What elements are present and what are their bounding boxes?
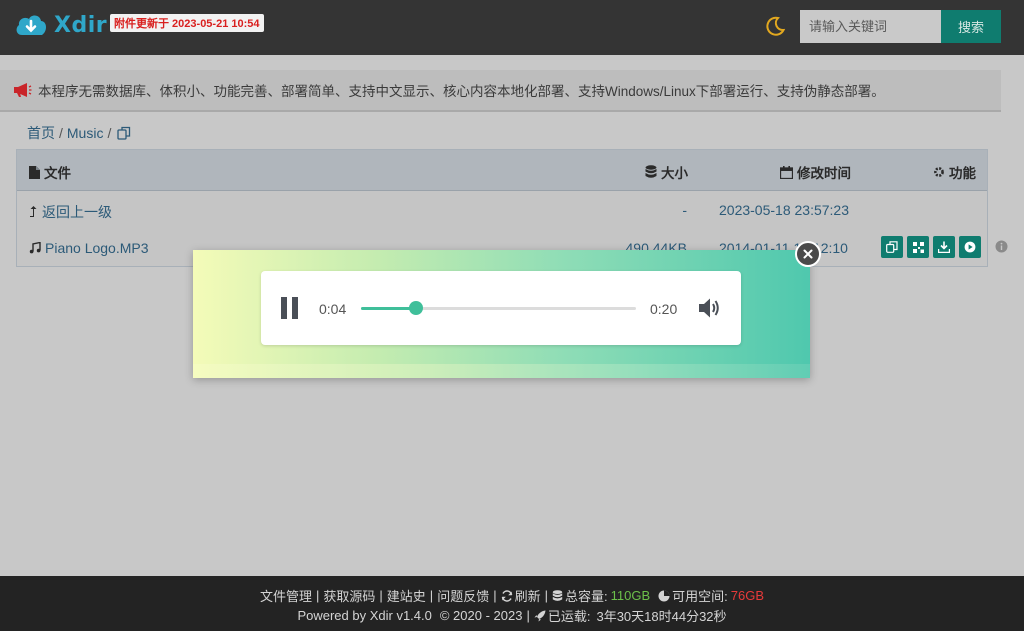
footer-info: Powered by Xdir v1.4.0 © 2020 - 2023 | 已… xyxy=(0,606,1024,625)
download-icon xyxy=(938,241,950,253)
rocket-icon xyxy=(534,610,546,621)
cloud-download-icon xyxy=(16,15,47,35)
column-modified[interactable]: 修改时间 xyxy=(780,162,851,182)
refresh-icon xyxy=(501,589,512,602)
current-time: 0:04 xyxy=(319,301,347,317)
parent-dir-link[interactable]: 返回上一级 xyxy=(29,202,112,222)
progress-bar[interactable] xyxy=(361,301,636,315)
total-time: 0:20 xyxy=(650,301,678,317)
copy-icon[interactable] xyxy=(117,126,131,140)
progress-fill xyxy=(361,307,416,310)
qrcode-icon xyxy=(912,241,924,253)
total-capacity-label: 总容量: xyxy=(565,589,608,604)
footer-link-feedback[interactable]: 问题反馈 xyxy=(437,586,489,605)
breadcrumb: 首页 / Music / xyxy=(27,123,131,143)
footer-separator: | xyxy=(429,588,434,603)
column-function: 功能 xyxy=(933,162,976,182)
close-icon xyxy=(803,249,813,259)
logo[interactable]: Xdir xyxy=(14,11,107,39)
powered-by: Powered by Xdir v1.4.0 xyxy=(297,608,432,623)
modal-strip xyxy=(193,364,810,378)
copyright: © 2020 - 2023 xyxy=(439,608,523,623)
breadcrumb-separator: / xyxy=(107,125,112,141)
footer-link-history[interactable]: 建站史 xyxy=(387,586,426,605)
footer-separator: | xyxy=(315,588,320,603)
footer: 文件管理 | 获取源码 | 建站史 | 问题反馈 | 刷新 | 总容量: 110… xyxy=(0,576,1024,631)
footer-separator: | xyxy=(379,588,383,603)
column-size[interactable]: 大小 xyxy=(645,162,688,182)
download-button[interactable] xyxy=(933,236,955,258)
breadcrumb-current[interactable]: Music xyxy=(67,125,104,141)
update-badge: 附件更新于 2023-05-21 10:54 xyxy=(110,14,264,32)
footer-separator: | xyxy=(544,588,548,603)
progress-handle[interactable] xyxy=(409,301,423,315)
music-icon xyxy=(29,242,41,254)
copy-icon xyxy=(886,241,898,253)
notice-bar: 本程序无需数据库、体积小、功能完善、部署简单、支持中文显示、核心内容本地化部署、… xyxy=(0,70,1001,112)
row-actions xyxy=(881,236,981,258)
play-button[interactable] xyxy=(959,236,981,258)
volume-icon[interactable] xyxy=(698,297,721,319)
breadcrumb-home[interactable]: 首页 xyxy=(27,123,55,143)
file-icon xyxy=(29,165,40,179)
footer-separator: | xyxy=(493,588,497,603)
database-icon xyxy=(645,165,657,178)
moon-icon[interactable] xyxy=(764,15,786,37)
free-space-value: 76GB xyxy=(730,588,765,603)
info-icon[interactable] xyxy=(995,240,1008,253)
file-modified: 2023-05-18 23:57:23 xyxy=(719,202,849,218)
pause-icon[interactable] xyxy=(280,297,300,319)
gear-icon xyxy=(934,167,944,177)
footer-separator: | xyxy=(526,608,530,623)
header: Xdir 附件更新于 2023-05-21 10:54 搜索 xyxy=(0,0,1024,55)
close-button[interactable] xyxy=(795,241,821,267)
footer-refresh-link[interactable]: 刷新 xyxy=(515,586,541,605)
uptime-value: 3年30天18时44分32秒 xyxy=(596,609,727,624)
audio-player: 0:04 0:20 xyxy=(261,271,741,345)
copy-link-button[interactable] xyxy=(881,236,903,258)
free-space-label: 可用空间: xyxy=(672,589,728,604)
uptime-label: 已运载: xyxy=(547,609,591,624)
search-button[interactable]: 搜索 xyxy=(941,10,1001,43)
table-row: 返回上一级 - 2023-05-18 23:57:23 xyxy=(17,191,987,229)
database-icon xyxy=(552,589,563,601)
qrcode-button[interactable] xyxy=(907,236,929,258)
table-header: 文件 大小 修改时间 功能 xyxy=(17,150,987,191)
play-icon xyxy=(964,241,976,253)
footer-link-file-manage[interactable]: 文件管理 xyxy=(260,586,312,605)
file-size: - xyxy=(682,202,687,218)
calendar-icon xyxy=(780,165,793,179)
footer-links: 文件管理 | 获取源码 | 建站史 | 问题反馈 | 刷新 | 总容量: 110… xyxy=(0,586,1024,605)
search-input[interactable] xyxy=(800,10,941,43)
notice-text: 本程序无需数据库、体积小、功能完善、部署简单、支持中文显示、核心内容本地化部署、… xyxy=(38,84,885,99)
megaphone-icon xyxy=(14,83,32,97)
breadcrumb-separator: / xyxy=(59,125,63,141)
file-link[interactable]: Piano Logo.MP3 xyxy=(29,240,149,256)
pie-chart-icon xyxy=(658,590,670,601)
total-capacity-value: 110GB xyxy=(610,588,651,603)
level-up-icon xyxy=(30,206,37,217)
column-file[interactable]: 文件 xyxy=(29,162,71,182)
logo-text: Xdir xyxy=(54,12,108,38)
footer-link-source[interactable]: 获取源码 xyxy=(323,586,375,605)
